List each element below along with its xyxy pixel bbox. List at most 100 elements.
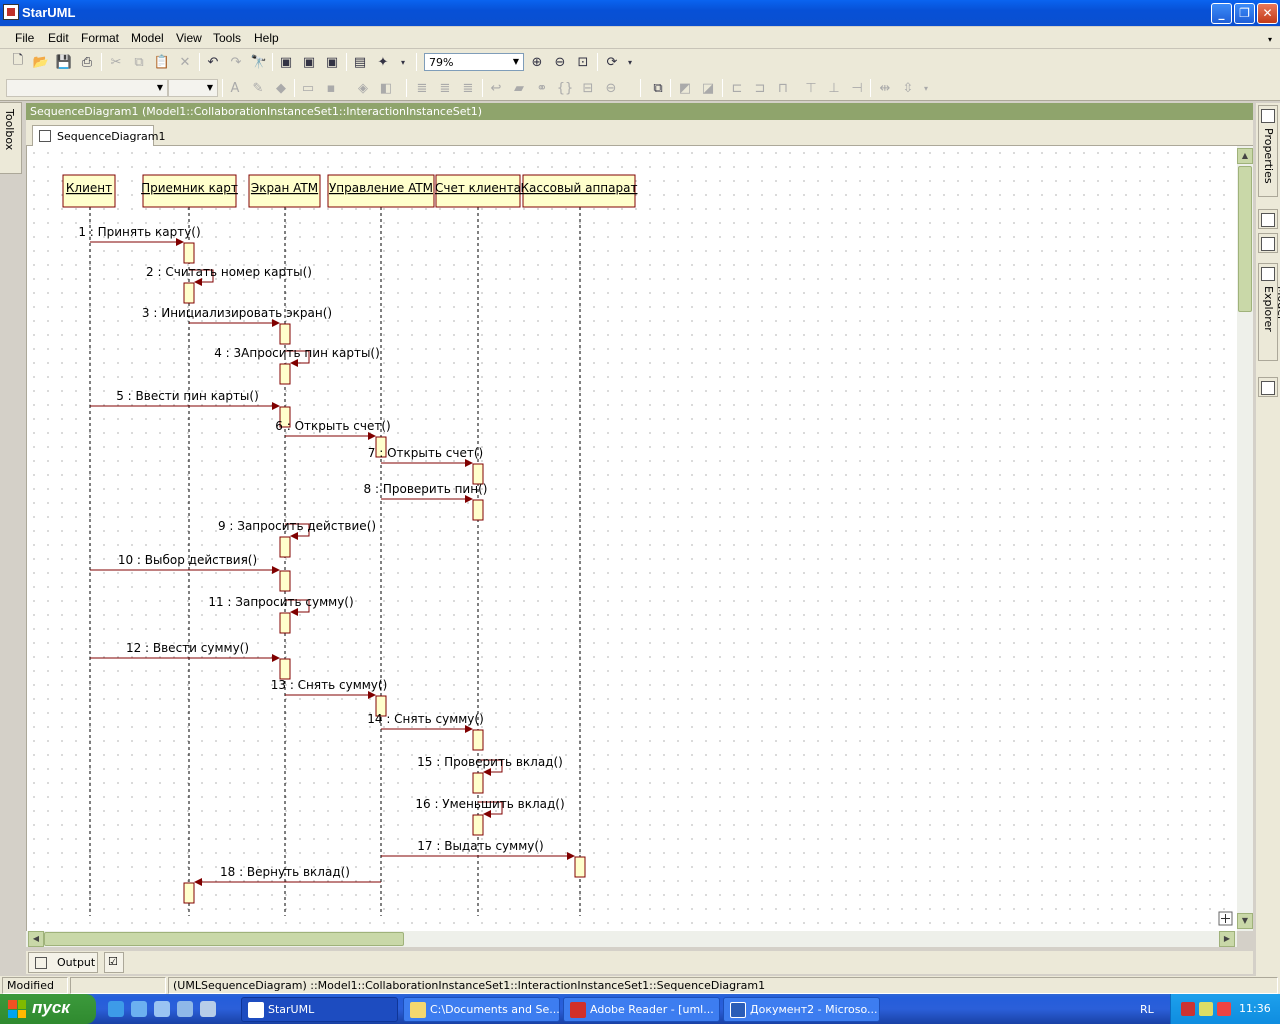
dropdown-arrow-icon[interactable]: ▾: [395, 54, 411, 70]
activation-bar[interactable]: [279, 570, 291, 592]
size-dropdown-icon[interactable]: ▼: [204, 81, 216, 95]
layout-icon[interactable]: ⧉: [650, 80, 666, 96]
scroll-up-icon[interactable]: ▲: [1237, 148, 1253, 164]
xmi-icon[interactable]: ▤: [352, 54, 368, 70]
task-staruml[interactable]: StarUML: [241, 997, 398, 1022]
menu-model[interactable]: Model: [131, 31, 164, 45]
messages-tab[interactable]: ☑: [104, 952, 124, 973]
activation-bar[interactable]: [472, 814, 484, 836]
message[interactable]: 2 : Считать номер карты(): [146, 265, 312, 304]
network-icon[interactable]: [1181, 1002, 1195, 1016]
scroll-right-icon[interactable]: ▶: [1219, 931, 1235, 947]
paste-icon[interactable]: 📋: [154, 54, 170, 70]
task-word[interactable]: Документ2 - Microso...: [723, 997, 880, 1022]
auto-resize-icon[interactable]: ↩: [488, 80, 504, 96]
ie-icon[interactable]: [108, 1001, 124, 1017]
visibility-icon[interactable]: ⊖: [603, 80, 619, 96]
output-tab[interactable]: Output: [28, 952, 98, 973]
activation-bar[interactable]: [279, 323, 291, 345]
fill-icon[interactable]: ◆: [273, 80, 289, 96]
activation-bar[interactable]: [279, 363, 291, 385]
menu-view[interactable]: View: [176, 31, 202, 45]
align-right-icon[interactable]: ⊐: [752, 80, 768, 96]
outlook-icon[interactable]: [131, 1001, 147, 1017]
model-icon-2[interactable]: ▣: [301, 54, 317, 70]
message[interactable]: 12 : Ввести сумму(): [90, 641, 291, 680]
activation-bar[interactable]: [574, 856, 586, 878]
activation-bar[interactable]: [183, 282, 195, 304]
properties-tab[interactable]: Properties: [1258, 105, 1278, 197]
fit-icon[interactable]: ⊡: [575, 54, 591, 70]
close-button[interactable]: ✕: [1257, 3, 1278, 24]
canvas-pan-icon[interactable]: [1218, 911, 1233, 926]
message[interactable]: 5 : Ввести пин карты(): [90, 389, 291, 428]
vertical-scroll-thumb[interactable]: [1238, 166, 1252, 312]
update-icon[interactable]: [1217, 1002, 1231, 1016]
align-left-icon[interactable]: ⊏: [729, 80, 745, 96]
message[interactable]: 4 : 3Апросить пин карты(): [214, 346, 380, 385]
align-center-icon[interactable]: ⊓: [775, 80, 791, 96]
cut-icon[interactable]: ✂: [108, 54, 124, 70]
font-name-combo[interactable]: ▼: [6, 79, 168, 97]
message[interactable]: 17 : Выдать сумму(): [381, 839, 586, 878]
delete-icon[interactable]: ✕: [177, 54, 193, 70]
pen-icon[interactable]: ✎: [250, 80, 266, 96]
horizontal-scroll-thumb[interactable]: [44, 932, 404, 946]
message[interactable]: 14 : Снять сумму(): [367, 712, 484, 751]
show-attrs-icon[interactable]: ≣: [437, 80, 453, 96]
align-dropdown-icon[interactable]: ▾: [918, 80, 934, 96]
scroll-down-icon[interactable]: ▼: [1237, 913, 1253, 929]
tab-sequence-diagram[interactable]: SequenceDiagram1: [32, 125, 166, 146]
activation-bar[interactable]: [472, 772, 484, 794]
zoom-out-icon[interactable]: ⊖: [552, 54, 568, 70]
bring-front-icon[interactable]: ◩: [677, 80, 693, 96]
message[interactable]: 1 : Принять карту(): [78, 225, 201, 264]
send-back-icon[interactable]: ◪: [700, 80, 716, 96]
align-bottom-icon[interactable]: ⊥: [826, 80, 842, 96]
space-vertical-icon[interactable]: ⇳: [900, 80, 916, 96]
menu-file[interactable]: File: [15, 31, 34, 45]
model-icon-1[interactable]: ▣: [278, 54, 294, 70]
menu-chevron-icon[interactable]: ▾: [1268, 35, 1272, 44]
menu-format[interactable]: Format: [81, 31, 119, 45]
undo-icon[interactable]: ↶: [205, 54, 221, 70]
message[interactable]: 7 : Открыть счет(): [368, 446, 484, 485]
security-icon[interactable]: [1199, 1002, 1213, 1016]
language-indicator[interactable]: RL: [1140, 1003, 1154, 1016]
zoom-dropdown-icon[interactable]: ▼: [510, 55, 522, 69]
stereotype-icon[interactable]: ▪: [323, 80, 339, 96]
calc-icon[interactable]: [200, 1001, 216, 1017]
print-icon[interactable]: ⎙: [79, 54, 95, 70]
model-explorer-tab[interactable]: Model Explorer: [1258, 263, 1280, 361]
message[interactable]: 18 : Вернуть вклад(): [183, 865, 381, 904]
font-icon[interactable]: A: [227, 80, 243, 96]
save-icon[interactable]: 💾: [56, 54, 72, 70]
find-icon[interactable]: 🔭: [251, 54, 267, 70]
activation-bar[interactable]: [472, 729, 484, 751]
model-icon-3[interactable]: ▣: [324, 54, 340, 70]
activation-bar[interactable]: [279, 658, 291, 680]
braces-icon[interactable]: {}: [557, 80, 574, 96]
redo-icon[interactable]: ↷: [228, 54, 244, 70]
toolbox-tab[interactable]: Toolbox: [0, 102, 22, 174]
menu-help[interactable]: Help: [254, 31, 279, 45]
media-icon[interactable]: [154, 1001, 170, 1017]
refresh-icon[interactable]: ⟳: [604, 54, 620, 70]
suppress-icon[interactable]: ◈: [355, 80, 371, 96]
font-dropdown-icon[interactable]: ▼: [154, 81, 166, 95]
message[interactable]: 9 : Запросить действие(): [218, 519, 376, 558]
line-style-icon[interactable]: ▭: [300, 80, 316, 96]
activation-bar[interactable]: [472, 499, 484, 521]
show-params-icon[interactable]: ≣: [460, 80, 476, 96]
message[interactable]: 13 : Снять сумму(): [271, 678, 388, 717]
scroll-left-icon[interactable]: ◀: [28, 931, 44, 947]
message[interactable]: 8 : Проверить пин(): [364, 482, 488, 521]
activation-bar[interactable]: [279, 612, 291, 634]
vertical-scrollbar[interactable]: ▲ ▼: [1237, 146, 1253, 931]
documentation-tab[interactable]: [1258, 209, 1278, 229]
minimize-button[interactable]: _: [1211, 3, 1232, 24]
font-size-combo[interactable]: ▼: [168, 79, 218, 97]
add-in-icon[interactable]: ✦: [375, 54, 391, 70]
activation-bar[interactable]: [472, 463, 484, 485]
diagram-canvas[interactable]: Клиент Приемник карт Экран ATM Управление A…: [26, 146, 1237, 931]
